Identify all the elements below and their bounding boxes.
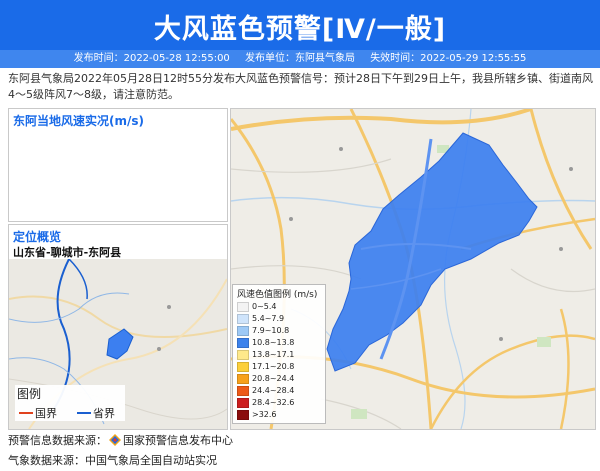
expire-time: 失效时间：2022-05-29 12:55:55 [370,53,527,64]
location-panel-title: 定位概览 [13,230,62,244]
wind-color-legend: 风速色值图例 (m/s) 0~5.4 5.4~7.9 7.9~10.8 10.8~13… [232,284,326,424]
warning-source-label: 预警信息数据来源： [8,434,107,447]
warning-center-link[interactable]: 国家预警信息发布中心 [123,434,233,447]
wind-legend-swatch [237,373,249,384]
province-border-label: 省界 [93,407,115,420]
wind-legend-swatch [237,301,249,312]
wind-legend-label: 20.8~24.4 [252,374,295,383]
publisher: 发布单位：东阿县气象局 [245,53,355,64]
wind-legend-item: 17.1~20.8 [237,361,294,372]
map-legend-title: 图例 [17,387,42,401]
wind-legend-item: 13.8~17.1 [237,349,294,360]
location-panel: 定位概览 山东省-聊城市-东阿县 图例 国界 省界 [8,224,228,430]
wind-speed-panel: 东阿当地风速实况(m/s) [8,108,228,222]
publish-time: 发布时间：2022-05-28 12:55:00 [73,53,230,64]
wind-legend-swatch [237,349,249,360]
wind-legend-swatch [237,361,249,372]
national-border-line [19,412,33,414]
wind-legend-item: 20.8~24.4 [237,373,294,384]
wind-legend-item: 24.4~28.4 [237,385,294,396]
wind-legend-label: 7.9~10.8 [252,326,290,335]
wind-legend-item: 10.8~13.8 [237,337,294,348]
wind-legend-swatch [237,313,249,324]
warning-data-source: 预警信息数据来源： 国家预警信息发布中心 [8,432,233,449]
wind-legend-label: >32.6 [252,410,277,419]
wind-legend-label: 13.8~17.1 [252,350,295,359]
wind-legend-item: 0~5.4 [237,301,277,312]
weather-data-source: 气象数据来源：中国气象局全国自动站实况 [8,454,217,467]
wind-legend-item: 7.9~10.8 [237,325,289,336]
wind-legend-label: 17.1~20.8 [252,362,295,371]
wind-legend-label: 10.8~13.8 [252,338,295,347]
province-border-line [77,412,91,414]
map-legend: 图例 国界 省界 [15,385,125,421]
wind-legend-item: 5.4~7.9 [237,313,284,324]
wind-legend-item: 28.4~32.6 [237,397,294,408]
warning-header: 大风蓝色预警[Ⅳ/一般] [0,0,600,50]
wind-legend-swatch [237,409,249,420]
wind-legend-label: 5.4~7.9 [252,314,285,323]
warning-description: 东阿县气象局2022年05月28日12时55分发布大风蓝色预警信号：预计28日下… [8,72,593,101]
wind-legend-swatch [237,325,249,336]
wind-legend-label: 28.4~32.6 [252,398,295,407]
location-path: 山东省-聊城市-东阿县 [13,246,122,259]
warning-center-logo-icon [109,433,121,449]
wind-speed-panel-title: 东阿当地风速实况(m/s) [13,114,144,128]
wind-legend-swatch [237,397,249,408]
warning-title: 大风蓝色预警[Ⅳ/一般] [153,14,447,45]
wind-legend-swatch [237,337,249,348]
wind-legend-swatch [237,385,249,396]
wind-legend-label: 24.4~28.4 [252,386,295,395]
wind-legend-item: >32.6 [237,409,277,420]
national-border-label: 国界 [35,407,57,420]
warning-meta-bar: 发布时间：2022-05-28 12:55:00 发布单位：东阿县气象局 失效时… [0,50,600,68]
wind-legend-label: 0~5.4 [252,302,277,311]
wind-legend-title: 风速色值图例 (m/s) [237,290,318,300]
